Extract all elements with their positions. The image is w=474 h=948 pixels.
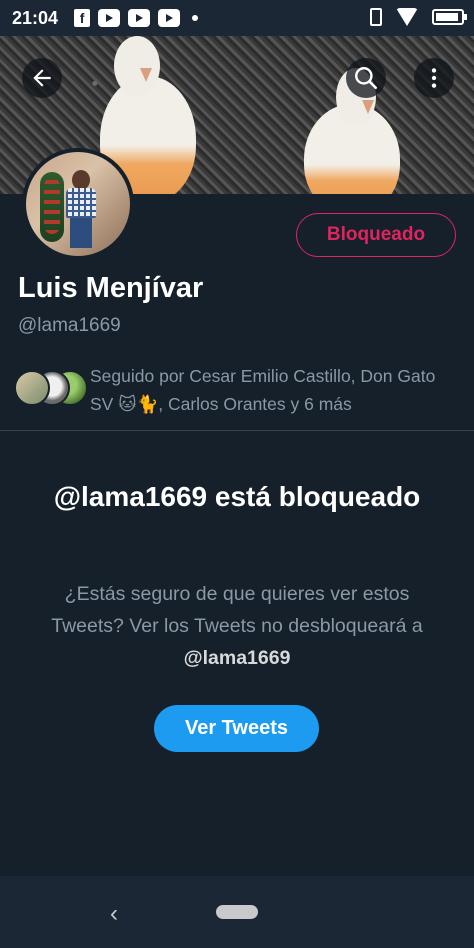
vibrate-icon: [370, 8, 382, 26]
blocked-button[interactable]: Bloqueado: [296, 213, 456, 257]
followed-by[interactable]: Seguido por Cesar Emilio Castillo, Don G…: [14, 362, 464, 418]
dot-icon: [192, 15, 199, 21]
wifi-icon: [396, 8, 418, 26]
nav-back-icon[interactable]: ‹: [110, 900, 118, 928]
profile-handle: @lama1669: [18, 315, 121, 336]
search-button[interactable]: [346, 58, 386, 98]
youtube-icon: [128, 9, 151, 27]
divider: [0, 430, 474, 431]
search-icon: [355, 67, 378, 90]
view-tweets-button[interactable]: Ver Tweets: [154, 705, 319, 752]
back-button[interactable]: [22, 58, 62, 98]
status-bar: 21:04 f: [0, 0, 474, 36]
profile-name: Luis Menjívar: [18, 272, 204, 304]
youtube-icon: [98, 9, 121, 27]
follower-avatar: [14, 370, 50, 406]
facebook-icon: f: [74, 9, 91, 27]
blocked-title: @lama1669 está bloqueado: [53, 481, 421, 512]
avatar[interactable]: [22, 148, 134, 260]
followed-by-text: Seguido por Cesar Emilio Castillo, Don G…: [90, 366, 436, 414]
more-vertical-icon: [431, 68, 437, 88]
blocked-description: ¿Estás seguro de que quieres ver estos T…: [51, 583, 423, 669]
battery-icon: [432, 9, 467, 25]
more-options-button[interactable]: [414, 58, 454, 98]
nav-home-pill[interactable]: [216, 905, 258, 919]
youtube-icon: [158, 9, 181, 27]
arrow-left-icon: [33, 69, 51, 87]
clock: 21:04: [12, 7, 59, 28]
